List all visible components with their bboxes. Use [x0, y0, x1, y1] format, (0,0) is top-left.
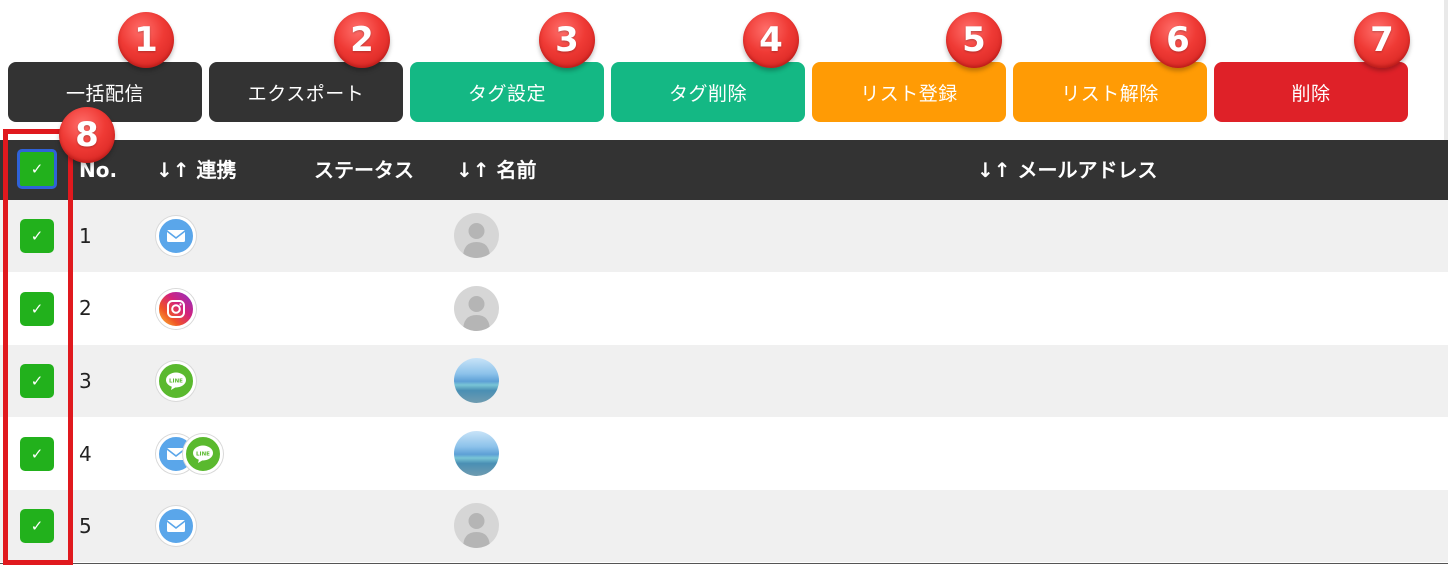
callout-badge-2: 2: [334, 12, 390, 68]
row-number: 4: [79, 442, 92, 466]
list-release-button[interactable]: リスト解除: [1013, 62, 1207, 122]
mail-icon: [156, 506, 196, 546]
column-header-name[interactable]: ↓↑ 名前: [456, 140, 536, 200]
table-row[interactable]: 2: [0, 272, 1448, 344]
instagram-icon: [156, 289, 196, 329]
checkbox-column-highlight: [3, 129, 73, 565]
callout-badge-8: 8: [59, 107, 115, 163]
default-avatar: [454, 286, 499, 331]
column-header-status: ステータス: [314, 158, 414, 182]
line-icon-text: LINE: [196, 451, 210, 457]
callout-badge-1: 1: [118, 12, 174, 68]
row-number: 1: [79, 224, 92, 248]
table-row[interactable]: 1: [0, 200, 1448, 272]
default-avatar: [454, 503, 499, 548]
row-number: 5: [79, 514, 92, 538]
tag-delete-button[interactable]: タグ削除: [611, 62, 805, 122]
callout-badge-7: 7: [1354, 12, 1410, 68]
row-number: 3: [79, 369, 92, 393]
scroll-edge: [1444, 0, 1448, 140]
sky-photo-avatar: [454, 431, 499, 476]
row-number: 2: [79, 296, 92, 320]
table-row[interactable]: 3: [0, 345, 1448, 417]
sky-photo-avatar: [454, 358, 499, 403]
callout-badge-4: 4: [743, 12, 799, 68]
callout-badge-5: 5: [946, 12, 1002, 68]
mail-icon: [156, 216, 196, 256]
table-header: No. ↓↑ 連携 ステータス ↓↑ 名前 ↓↑ メールアドレス: [0, 140, 1448, 200]
delete-button[interactable]: 削除: [1214, 62, 1408, 122]
callout-badge-6: 6: [1150, 12, 1206, 68]
table-row[interactable]: 5: [0, 490, 1448, 562]
list-register-button[interactable]: リスト登録: [812, 62, 1006, 122]
tag-set-button[interactable]: タグ設定: [410, 62, 604, 122]
line-icon: LINE: [183, 434, 223, 474]
line-icon: LINE: [156, 361, 196, 401]
column-header-email[interactable]: ↓↑ メールアドレス: [977, 140, 1157, 200]
line-icon-text: LINE: [169, 378, 183, 384]
export-button[interactable]: エクスポート: [209, 62, 403, 122]
table-bottom-border: [0, 563, 1448, 564]
callout-badge-3: 3: [539, 12, 595, 68]
default-avatar: [454, 213, 499, 258]
column-header-linked[interactable]: ↓↑ 連携: [156, 140, 236, 200]
